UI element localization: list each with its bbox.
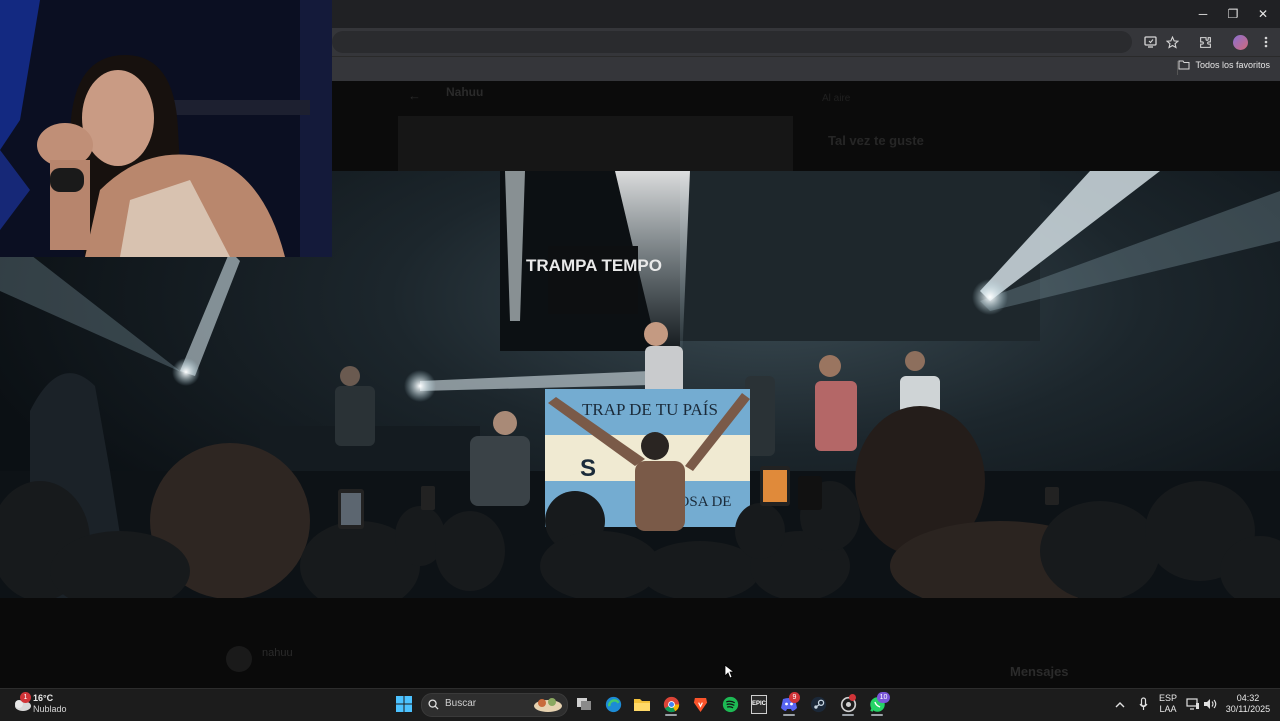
windows-start-icon[interactable] xyxy=(392,693,416,715)
weather-badge: 1 xyxy=(20,692,31,703)
keyboard-layout: LAA xyxy=(1159,704,1177,714)
webcam-overlay xyxy=(0,0,332,257)
flag-text-top: TRAP DE TU PAÍS xyxy=(582,400,718,419)
chrome-icon[interactable] xyxy=(659,693,683,715)
microphone-icon[interactable] xyxy=(1133,693,1153,715)
folder-icon xyxy=(1178,60,1190,70)
page-video-placeholder xyxy=(398,116,793,171)
flag-emblem: S xyxy=(580,455,596,482)
chrome-active-indicator xyxy=(665,714,677,716)
extensions-icon[interactable] xyxy=(1194,31,1216,53)
cast-icon[interactable] xyxy=(1139,31,1161,53)
epic-games-icon[interactable]: EPIC xyxy=(747,693,771,715)
search-highlight-icon xyxy=(532,693,564,715)
mouse-cursor-icon xyxy=(724,664,736,684)
discord-badge: 9 xyxy=(789,692,800,703)
app-active-indicator xyxy=(842,714,854,716)
search-placeholder: Buscar xyxy=(445,698,477,709)
chevron-up-icon[interactable] xyxy=(1110,693,1130,715)
close-button[interactable]: ✕ xyxy=(1248,0,1278,28)
search-icon xyxy=(425,693,441,715)
clock-date: 30/11/2025 xyxy=(1225,704,1271,714)
minimize-button[interactable]: ─ xyxy=(1188,0,1218,28)
face xyxy=(82,70,154,166)
steam-icon[interactable] xyxy=(806,693,830,715)
whatsapp-active-indicator xyxy=(871,714,883,716)
clock-time: 04:32 xyxy=(1236,693,1260,703)
language-code: ESP xyxy=(1158,693,1177,703)
channel-title: Nahuu xyxy=(446,85,484,99)
language-indicator[interactable]: ESP LAA xyxy=(1156,693,1180,715)
app-alert-dot xyxy=(849,694,856,701)
weather-temp[interactable]: 16°C xyxy=(33,693,53,703)
epic-label: EPIC xyxy=(751,694,767,714)
streamer-camera xyxy=(0,0,332,257)
menu-icon[interactable] xyxy=(1255,31,1277,53)
app-icon[interactable] xyxy=(836,693,860,715)
profile-icon[interactable] xyxy=(1229,31,1251,53)
light-beam xyxy=(180,251,240,376)
clock[interactable]: 04:32 30/11/2025 xyxy=(1222,693,1274,715)
suggest-heading: Tal vez te guste xyxy=(828,133,924,148)
all-bookmarks-label: Todos los favoritos xyxy=(1195,60,1270,70)
maximize-button[interactable]: ❐ xyxy=(1218,0,1248,28)
bottom-user: nahuu xyxy=(262,647,293,659)
spotify-icon[interactable] xyxy=(718,693,742,715)
all-bookmarks-button[interactable]: Todos los favoritos xyxy=(1178,60,1270,70)
volume-icon[interactable] xyxy=(1200,693,1220,715)
whatsapp-badge: 10 xyxy=(877,692,890,703)
chat-heading: Mensajes xyxy=(1010,664,1069,679)
avatar xyxy=(226,646,252,672)
light-beam xyxy=(420,371,650,391)
task-view-icon[interactable] xyxy=(572,693,596,715)
back-arrow-icon[interactable]: ← xyxy=(408,88,421,103)
side-label: Al aire xyxy=(822,93,851,104)
stage-sign-text: TRAMPA TEMPO xyxy=(526,256,662,275)
brave-icon[interactable] xyxy=(688,693,712,715)
edge-icon[interactable] xyxy=(601,693,625,715)
star-icon[interactable] xyxy=(1161,31,1183,53)
address-bar[interactable] xyxy=(332,31,1132,53)
weather-desc[interactable]: Nublado xyxy=(33,704,67,714)
discord-active-indicator xyxy=(783,714,795,716)
page-lower-area xyxy=(0,598,1280,688)
file-explorer-icon[interactable] xyxy=(630,693,654,715)
